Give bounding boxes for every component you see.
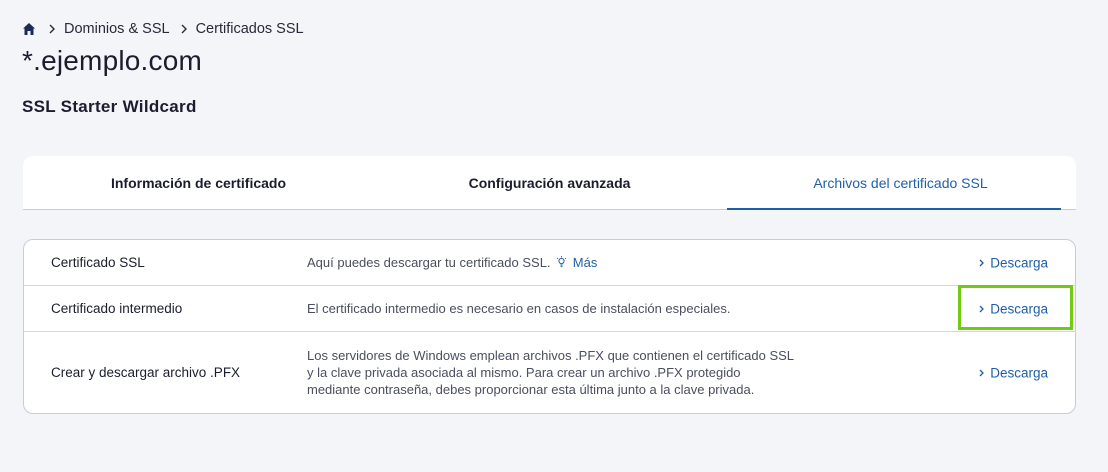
file-description-line: Los servidores de Windows emplean archiv… — [307, 348, 795, 363]
chevron-right-icon — [49, 24, 55, 34]
file-description: El certificado intermedio es necesario e… — [307, 301, 731, 316]
file-description: Los servidores de Windows emplean archiv… — [307, 347, 907, 398]
tab-configuracion-avanzada[interactable]: Configuración avanzada — [374, 156, 725, 209]
chevron-right-icon — [979, 369, 985, 376]
file-name: Crear y descargar archivo .PFX — [51, 365, 241, 380]
tab-informacion-certificado[interactable]: Información de certificado — [23, 156, 374, 209]
download-button[interactable]: Descarga — [977, 301, 1048, 316]
lightbulb-icon — [556, 256, 567, 268]
file-description-line: mediante contraseña, debes proporcionar … — [307, 382, 755, 397]
page-title: *.ejemplo.com — [22, 45, 203, 76]
table-row: Certificado SSL Aquí puedes descargar tu… — [24, 240, 1075, 286]
table-row: Certificado intermedio El certificado in… — [24, 286, 1075, 332]
file-name: Certificado intermedio — [51, 301, 183, 316]
download-button[interactable]: Descarga — [977, 365, 1048, 380]
breadcrumb-item-certificados[interactable]: Certificados SSL — [196, 21, 304, 37]
file-description-text: Aquí puedes descargar tu certificado SSL… — [307, 255, 551, 270]
more-link[interactable]: Más — [573, 255, 598, 270]
chevron-right-icon — [979, 259, 985, 266]
download-label: Descarga — [990, 255, 1048, 270]
home-icon[interactable] — [22, 22, 36, 36]
chevron-right-icon — [979, 305, 985, 312]
breadcrumb-item-dominios[interactable]: Dominios & SSL — [64, 21, 170, 37]
breadcrumb: Dominios & SSL Certificados SSL — [22, 19, 304, 39]
tab-bar: Información de certificado Configuración… — [23, 156, 1076, 210]
table-row: Crear y descargar archivo .PFX Los servi… — [24, 332, 1075, 413]
file-name: Certificado SSL — [51, 255, 145, 270]
chevron-right-icon — [181, 24, 187, 34]
download-button[interactable]: Descarga — [977, 255, 1048, 270]
tab-archivos-certificado[interactable]: Archivos del certificado SSL — [725, 156, 1076, 210]
file-description: Aquí puedes descargar tu certificado SSL… — [307, 254, 907, 271]
files-table: Certificado SSL Aquí puedes descargar tu… — [23, 239, 1076, 414]
download-label: Descarga — [990, 301, 1048, 316]
download-label: Descarga — [990, 365, 1048, 380]
page-subtitle: SSL Starter Wildcard — [22, 97, 197, 116]
file-description-line: y la clave privada asociada al mismo. Pa… — [307, 365, 741, 380]
